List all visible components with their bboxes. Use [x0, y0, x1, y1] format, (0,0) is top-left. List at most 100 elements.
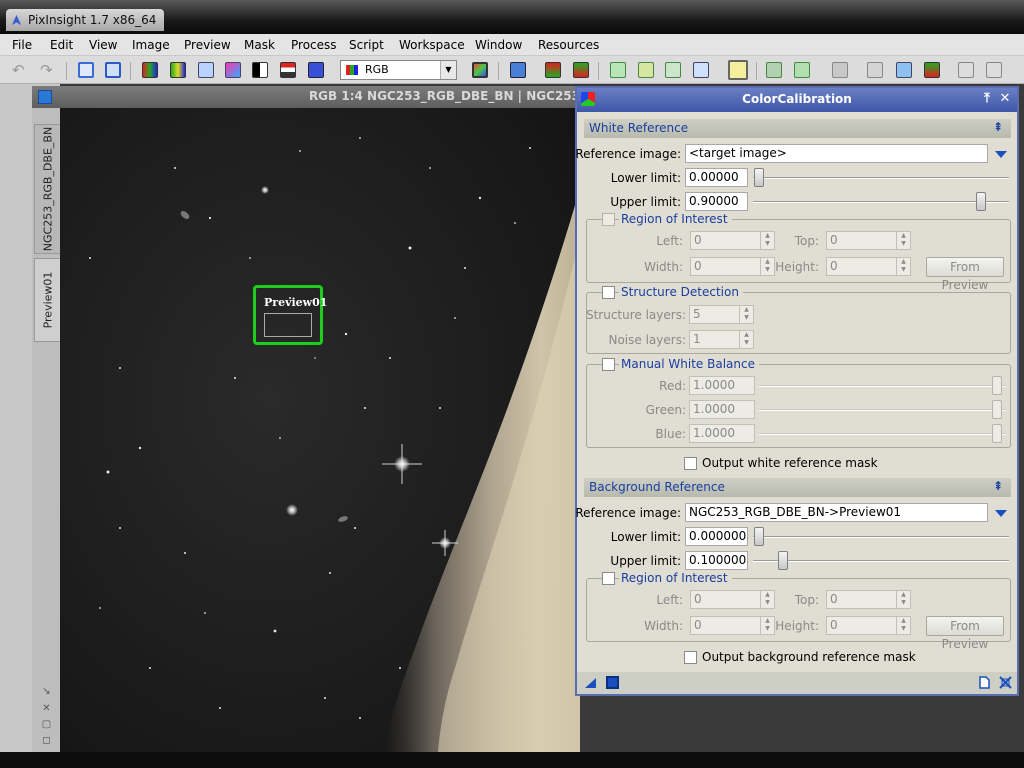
red-label: Red:: [659, 379, 686, 393]
spin-arrows-icon[interactable]: ▲ ▼: [896, 591, 910, 608]
wr-reference-image-label: Reference image:: [575, 147, 681, 161]
wr-upper-limit-field[interactable]: 0.90000: [685, 192, 748, 211]
rgb-channels-icon[interactable]: [142, 62, 158, 78]
menu-resources[interactable]: Resources: [538, 37, 599, 53]
readout-icon[interactable]: [728, 60, 748, 80]
dialog-title-bar[interactable]: ColorCalibration ⤒ ✕: [577, 88, 1017, 112]
chevron-down-icon[interactable]: ▼: [440, 61, 456, 79]
green-field[interactable]: 1.0000: [689, 400, 755, 419]
collapse-icon[interactable]: ⇞: [993, 120, 1003, 134]
image-canvas[interactable]: [60, 108, 580, 752]
spin-arrows-icon[interactable]: ▲ ▼: [739, 306, 753, 323]
green-slider[interactable]: [992, 400, 1002, 419]
menu-mask[interactable]: Mask: [244, 37, 275, 53]
mask-new-icon[interactable]: [610, 62, 626, 78]
menu-script[interactable]: Script: [349, 37, 384, 53]
wr-lower-limit-slider[interactable]: [754, 168, 764, 187]
process-console-icon[interactable]: [958, 62, 974, 78]
channel-extract-icon[interactable]: [170, 62, 186, 78]
mask-edit-icon[interactable]: [638, 62, 654, 78]
display-channel-icon[interactable]: [252, 62, 268, 78]
reset-icon[interactable]: [999, 676, 1012, 689]
preview-delete-icon[interactable]: [573, 62, 589, 78]
wr-reference-image-field[interactable]: <target image>: [685, 144, 988, 163]
shade-icon[interactable]: ⤒: [979, 90, 995, 108]
redo-icon[interactable]: ↷: [40, 62, 56, 78]
app-title-tab[interactable]: PixInsight 1.7 x86_64: [6, 9, 165, 31]
blue-label: Blue:: [655, 427, 686, 441]
br-roi-checkbox[interactable]: [602, 572, 615, 585]
menu-file[interactable]: File: [12, 37, 32, 53]
collapse-icon[interactable]: ⇞: [993, 479, 1003, 493]
white-reference-header[interactable]: White Reference ⇞: [584, 119, 1011, 138]
color-calibration-dialog: ColorCalibration ⤒ ✕ White Reference ⇞ R…: [575, 86, 1019, 696]
spin-arrows-icon[interactable]: ▲ ▼: [760, 258, 774, 275]
undo-icon[interactable]: ↶: [12, 62, 28, 78]
spin-arrows-icon[interactable]: ▲ ▼: [896, 258, 910, 275]
mask-invert-icon[interactable]: [308, 62, 324, 78]
menu-image[interactable]: Image: [132, 37, 170, 53]
red-field[interactable]: 1.0000: [689, 376, 755, 395]
browse-documentation-icon[interactable]: [978, 676, 991, 689]
wr-upper-limit-slider[interactable]: [976, 192, 986, 211]
red-slider[interactable]: [992, 376, 1002, 395]
copy-icon[interactable]: [867, 62, 883, 78]
color-display-icon[interactable]: [472, 62, 488, 78]
br-from-preview-button[interactable]: From Preview: [926, 616, 1004, 651]
statistics-icon[interactable]: [924, 62, 940, 78]
color-mode-select[interactable]: RGB ▼: [340, 60, 457, 80]
manual-white-balance-checkbox[interactable]: [602, 358, 615, 371]
mask-paste-icon[interactable]: [693, 62, 709, 78]
chevron-down-icon[interactable]: [995, 151, 1007, 158]
blue-field[interactable]: 1.0000: [689, 424, 755, 443]
wr-roi-checkbox[interactable]: [602, 213, 615, 226]
spin-arrows-icon[interactable]: ▲ ▼: [896, 617, 910, 634]
spin-arrows-icon[interactable]: ▲ ▼: [739, 331, 753, 348]
menu-edit[interactable]: Edit: [50, 37, 73, 53]
mask-show-icon[interactable]: [280, 62, 296, 78]
br-upper-limit-field[interactable]: 0.100000: [685, 551, 748, 570]
hand-tool-icon[interactable]: [832, 62, 848, 78]
output-white-mask-checkbox[interactable]: [684, 457, 697, 470]
br-lower-limit-slider[interactable]: [754, 527, 764, 546]
spin-arrows-icon[interactable]: ▲ ▼: [760, 617, 774, 634]
spin-arrows-icon[interactable]: ▲ ▼: [896, 232, 910, 249]
menu-bar: File Edit View Image Preview Mask Proces…: [0, 34, 1024, 56]
br-upper-limit-slider[interactable]: [778, 551, 788, 570]
zoom-out-icon[interactable]: [794, 62, 810, 78]
background-reference-header[interactable]: Background Reference ⇞: [584, 478, 1011, 497]
image-window-icon[interactable]: [38, 90, 52, 104]
clone-image-icon[interactable]: [105, 62, 121, 78]
menu-preview[interactable]: Preview: [184, 37, 231, 53]
zoom-in-icon[interactable]: [766, 62, 782, 78]
menu-workspace[interactable]: Workspace: [399, 37, 465, 53]
apply-global-icon[interactable]: [606, 676, 619, 689]
wr-roi-width-label: Width:: [644, 260, 683, 274]
mask-copy-icon[interactable]: [665, 62, 681, 78]
preview-rectangle[interactable]: Preview01: [253, 285, 327, 345]
fit-view-icon[interactable]: [896, 62, 912, 78]
menu-process[interactable]: Process: [291, 37, 337, 53]
new-image-icon[interactable]: [78, 62, 94, 78]
toolbar: ↶ ↷ RGB ▼: [0, 56, 1024, 84]
menu-view[interactable]: View: [89, 37, 117, 53]
chevron-down-icon[interactable]: [995, 510, 1007, 517]
menu-window[interactable]: Window: [475, 37, 522, 53]
close-icon[interactable]: ✕: [997, 90, 1013, 108]
new-instance-icon[interactable]: [584, 676, 597, 689]
br-lower-limit-field[interactable]: 0.000000: [685, 527, 748, 546]
spin-arrows-icon[interactable]: ▲ ▼: [760, 591, 774, 608]
spin-arrows-icon[interactable]: ▲ ▼: [760, 232, 774, 249]
wr-lower-limit-field[interactable]: 0.00000: [685, 168, 748, 187]
preview-edit-icon[interactable]: [545, 62, 561, 78]
structure-detection-checkbox[interactable]: [602, 286, 615, 299]
wr-from-preview-button[interactable]: From Preview: [926, 257, 1004, 292]
br-reference-image-field[interactable]: NGC253_RGB_DBE_BN->Preview01: [685, 503, 988, 522]
output-background-mask-checkbox[interactable]: [684, 651, 697, 664]
preview-new-icon[interactable]: [510, 62, 526, 78]
stf-icon[interactable]: [225, 62, 241, 78]
image-window-title-bar[interactable]: RGB 1:4 NGC253_RGB_DBE_BN | NGC253: [32, 86, 580, 108]
blue-slider[interactable]: [992, 424, 1002, 443]
history-icon[interactable]: [986, 62, 1002, 78]
zoom-fit-icon[interactable]: [198, 62, 214, 78]
